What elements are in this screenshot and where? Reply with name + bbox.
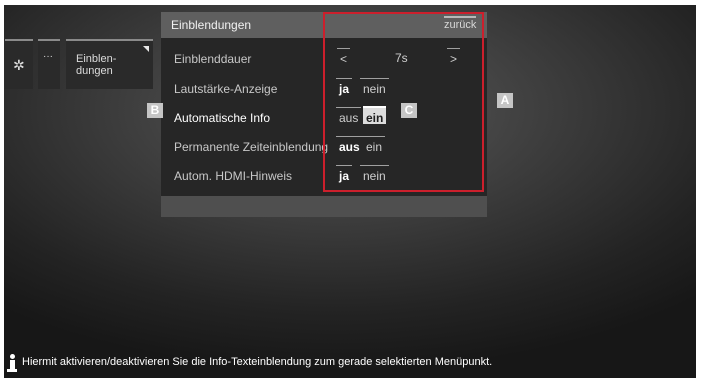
annotation-box-a <box>323 12 484 192</box>
settings-tile[interactable]: ✲ <box>5 39 33 89</box>
annotation-label-a: A <box>497 93 513 108</box>
info-hint-text: Hiermit aktivieren/deaktivieren Sie die … <box>22 356 493 368</box>
einblendungen-tile-label: Einblen- dungen <box>76 53 117 77</box>
tv-screen: ✲ ··· Einblen- dungen Einblendungen zurü… <box>4 5 696 378</box>
info-icon <box>7 354 17 373</box>
gear-icon: ✲ <box>13 57 25 73</box>
dots-icon: ··· <box>43 51 53 62</box>
row-label-permanente-zeiteinblendung[interactable]: Permanente Zeiteinblendung <box>174 140 328 154</box>
row-label-autom-hdmi-hinweis[interactable]: Autom. HDMI-Hinweis <box>174 169 292 183</box>
submenu-corner-icon <box>143 46 149 52</box>
annotation-label-b: B <box>147 103 163 118</box>
row-label-automatische-info[interactable]: Automatische Info <box>174 111 270 125</box>
annotation-label-c: C <box>401 103 417 118</box>
einblendungen-tile[interactable]: Einblen- dungen <box>66 39 153 89</box>
row-label-einblenddauer[interactable]: Einblenddauer <box>174 52 251 66</box>
menu-title: Einblendungen <box>171 18 252 32</box>
more-tile[interactable]: ··· <box>38 39 60 89</box>
row-label-lautstaerke-anzeige[interactable]: Lautstärke-Anzeige <box>174 82 277 96</box>
